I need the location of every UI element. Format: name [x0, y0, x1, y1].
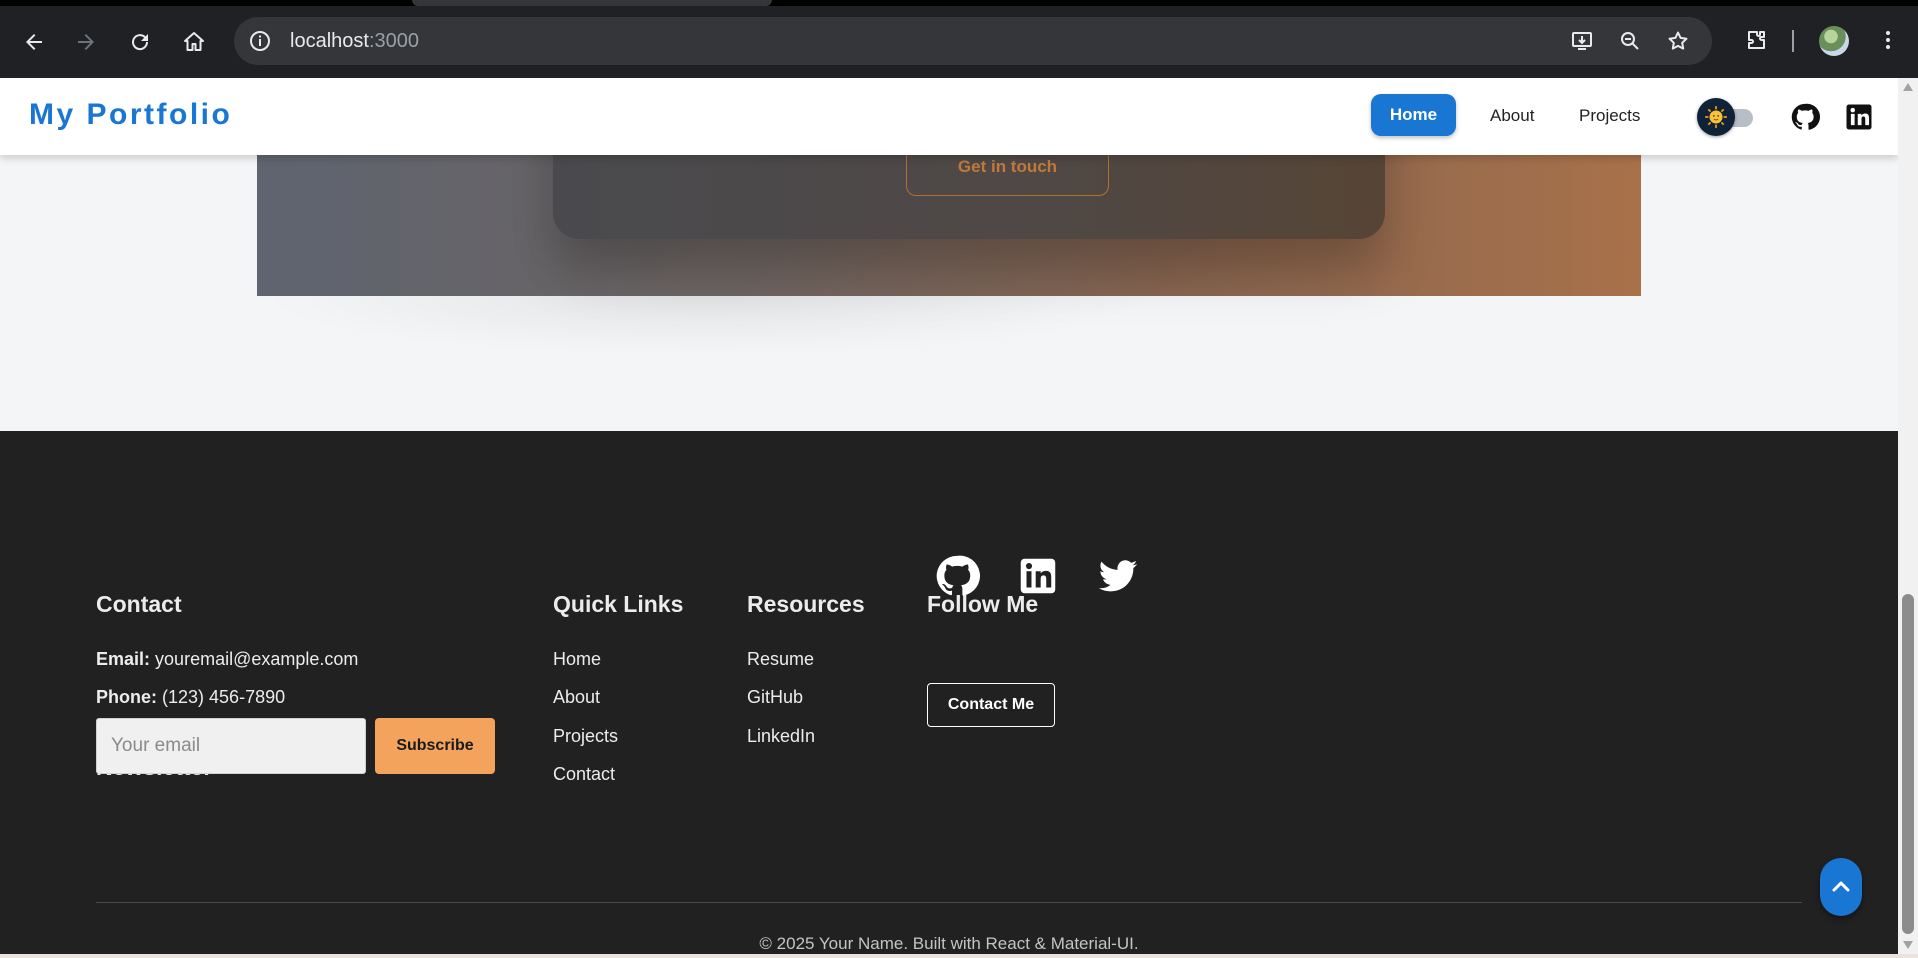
tab-strip — [0, 0, 1918, 6]
nav-home-button[interactable]: Home — [1371, 94, 1456, 136]
theme-toggle[interactable] — [1697, 98, 1757, 136]
contact-email: Email: youremail@example.com — [96, 649, 358, 670]
brand-logo[interactable]: My Portfolio — [29, 98, 232, 132]
zoom-icon[interactable] — [1618, 29, 1642, 53]
copyright-text: © 2025 Your Name. Built with React & Mat… — [759, 934, 1139, 953]
profile-avatar[interactable] — [1819, 26, 1849, 56]
email-value: youremail@example.com — [155, 649, 359, 669]
footer-link-contact[interactable]: Contact — [553, 764, 615, 785]
home-icon[interactable] — [174, 22, 214, 62]
url-text[interactable]: localhost:3000 — [290, 30, 419, 53]
browser-toolbar: localhost:3000 — [0, 0, 1918, 78]
phone-label: Phone: — [96, 687, 157, 707]
phone-value: (123) 456-7890 — [162, 687, 286, 707]
nav-about-link[interactable]: About — [1490, 106, 1534, 126]
forward-arrow-icon[interactable] — [66, 22, 106, 62]
toolbar-divider — [1792, 30, 1794, 52]
scroll-up-arrow-icon[interactable] — [1903, 83, 1913, 91]
scrollbar-thumb[interactable] — [1902, 594, 1914, 934]
page-viewport: Get in touch My Portfolio Home About Pro… — [0, 78, 1898, 954]
contact-phone: Phone: (123) 456-7890 — [96, 687, 285, 708]
twitter-icon[interactable] — [1095, 553, 1141, 599]
quick-links-heading: Quick Links — [553, 591, 684, 617]
footer-link-projects[interactable]: Projects — [553, 726, 618, 747]
reload-icon[interactable] — [120, 22, 160, 62]
footer-link-about[interactable]: About — [553, 687, 600, 708]
url-host: localhost — [290, 30, 369, 52]
contact-heading: Contact — [96, 591, 182, 617]
contact-me-button[interactable]: Contact Me — [927, 683, 1055, 727]
page-scrollbar[interactable] — [1898, 78, 1918, 954]
active-tab[interactable] — [412, 0, 772, 6]
scroll-to-top-button[interactable] — [1820, 858, 1862, 916]
install-app-icon[interactable] — [1570, 29, 1594, 53]
footer-link-home[interactable]: Home — [553, 649, 601, 670]
github-icon[interactable] — [1790, 102, 1820, 132]
address-bar[interactable]: localhost:3000 — [234, 17, 1712, 65]
linkedin-icon[interactable] — [1015, 553, 1061, 599]
footer-divider — [96, 902, 1802, 903]
github-icon[interactable] — [934, 553, 980, 599]
linkedin-icon[interactable] — [1844, 102, 1874, 132]
resource-link-resume[interactable]: Resume — [747, 649, 814, 670]
window-bottom-edge — [0, 954, 1918, 958]
top-navbar: My Portfolio Home About Projects — [0, 78, 1898, 155]
site-footer: Contact Email: youremail@example.com Pho… — [0, 431, 1898, 954]
kebab-menu-icon[interactable] — [1868, 20, 1908, 60]
hero-shadow — [257, 296, 1157, 356]
sun-icon — [1697, 98, 1735, 136]
back-arrow-icon[interactable] — [14, 22, 54, 62]
newsletter-email-input[interactable] — [96, 718, 366, 774]
resources-heading: Resources — [747, 591, 865, 617]
extensions-icon[interactable] — [1736, 20, 1776, 60]
nav-projects-link[interactable]: Projects — [1579, 106, 1640, 126]
resource-link-linkedin[interactable]: LinkedIn — [747, 726, 815, 747]
scroll-down-arrow-icon[interactable] — [1903, 941, 1913, 949]
bookmark-star-icon[interactable] — [1666, 29, 1690, 53]
site-info-icon[interactable] — [248, 29, 272, 53]
resource-link-github[interactable]: GitHub — [747, 687, 803, 708]
chevron-up-icon — [1832, 881, 1850, 892]
url-port: :3000 — [368, 30, 419, 52]
email-label: Email: — [96, 649, 151, 669]
subscribe-button[interactable]: Subscribe — [375, 718, 495, 774]
